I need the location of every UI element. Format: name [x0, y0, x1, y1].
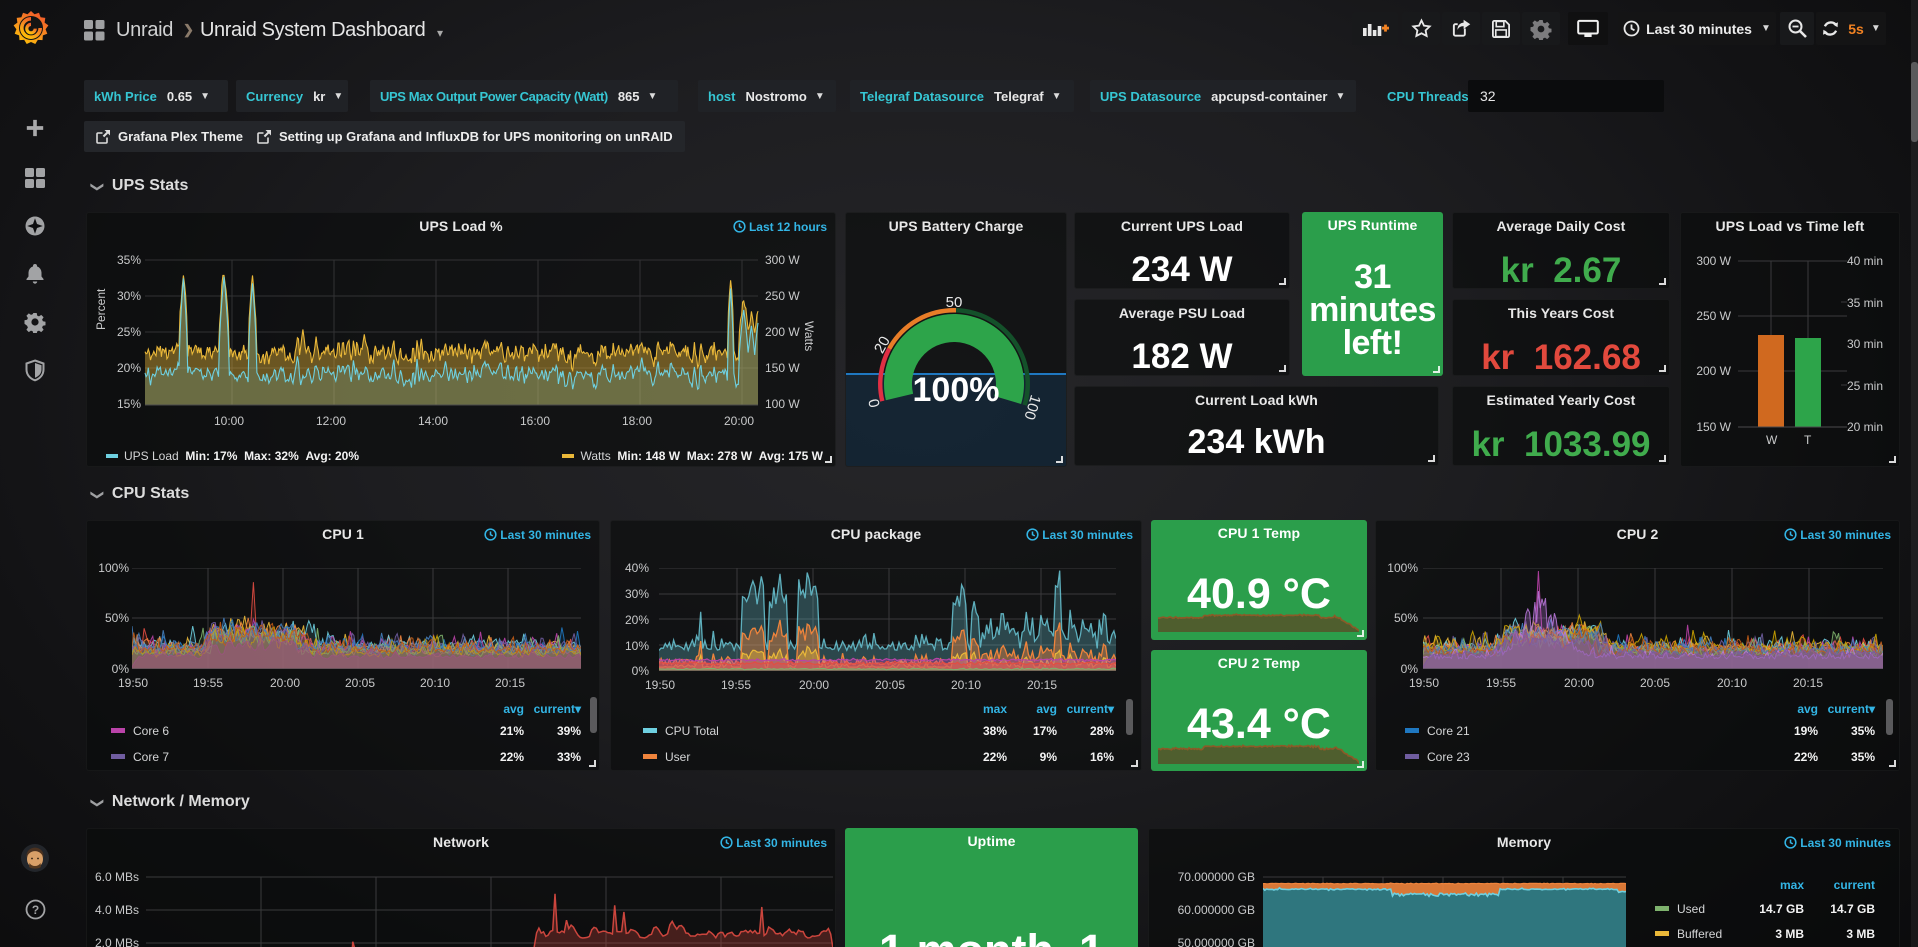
svg-text:20: 20 — [871, 334, 894, 357]
svg-text:50: 50 — [946, 294, 963, 311]
svg-text:?: ? — [32, 903, 39, 917]
